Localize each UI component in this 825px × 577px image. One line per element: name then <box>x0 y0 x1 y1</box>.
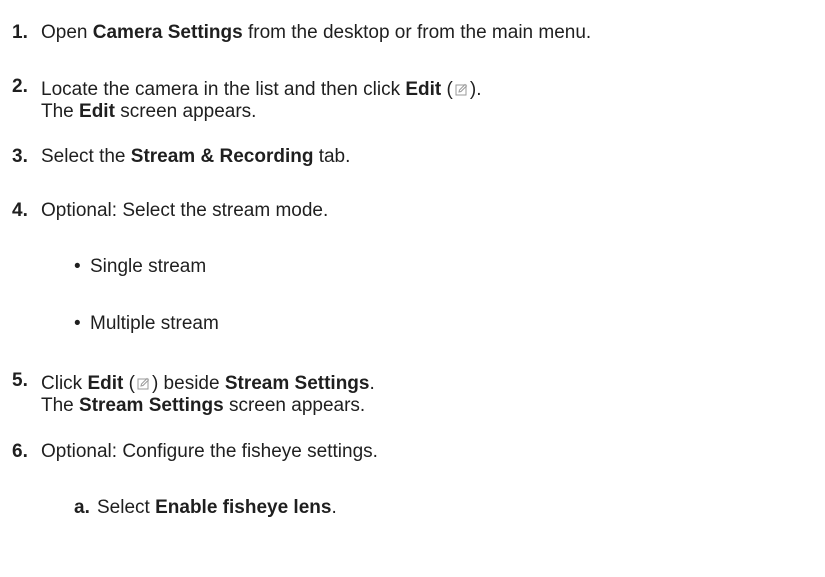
step-text: Optional: Select the stream mode. <box>41 200 329 221</box>
step-number: 1. <box>12 22 28 43</box>
list-item-text: Multiple stream <box>90 313 219 334</box>
substep-label: a. <box>74 497 90 518</box>
step-text: Select the Stream & Recording tab. <box>41 146 351 167</box>
substep-text: Select Enable fisheye lens. <box>97 497 337 518</box>
bullet-marker: • <box>74 256 81 277</box>
edit-icon <box>455 83 468 96</box>
step-number: 5. <box>12 370 28 391</box>
list-item-text: Single stream <box>90 256 207 277</box>
step-number: 4. <box>12 200 28 221</box>
step-text: Optional: Configure the fisheye settings… <box>41 441 378 462</box>
step-number: 3. <box>12 146 28 167</box>
bullet-marker: • <box>74 313 81 334</box>
edit-icon <box>137 377 150 390</box>
step-text: Locate the camera in the list and then c… <box>41 79 482 100</box>
step-text: Click Edit () beside Stream Settings. <box>41 373 375 394</box>
step-text: The Edit screen appears. <box>41 101 257 122</box>
step-text: The Stream Settings screen appears. <box>41 395 366 416</box>
step-text: Open Camera Settings from the desktop or… <box>41 22 592 43</box>
step-number: 6. <box>12 441 28 462</box>
step-number: 2. <box>12 76 28 97</box>
